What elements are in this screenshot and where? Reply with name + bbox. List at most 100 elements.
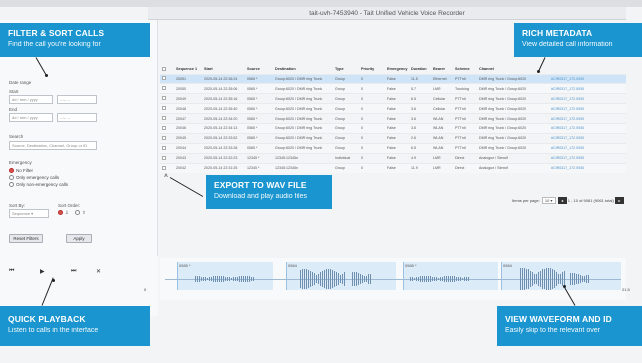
column-header[interactable]: Duration [409, 65, 431, 74]
skip-forward-icon[interactable]: ⏭ [71, 268, 76, 275]
waveform-bar [326, 269, 327, 289]
table-cell: Group [333, 103, 359, 114]
radio-no-filter[interactable]: No Filter [9, 168, 33, 173]
table-cell[interactable]: #CIR0317_172.0930 [549, 162, 626, 173]
waveform-bar [330, 269, 331, 289]
waveform-bar [522, 268, 523, 290]
play-icon[interactable]: ▶ [40, 268, 45, 275]
table-row[interactable]: 20045 2020-05-14 22:33:52 0565 * Group:6020… [160, 132, 626, 144]
row-checkbox[interactable] [160, 113, 174, 124]
waveform-clip[interactable] [501, 262, 621, 290]
column-header[interactable]: Start [202, 65, 245, 74]
waveform-clip[interactable] [177, 262, 273, 290]
table-cell[interactable]: #CIR0317_172.0930 [549, 142, 626, 154]
table-row[interactable]: 20046 2020-05-14 22:34:13 0565 * Group:6020… [160, 122, 626, 134]
column-header[interactable]: Priority [359, 65, 385, 74]
close-icon[interactable]: ✕ [96, 268, 101, 275]
waveform-bar [556, 272, 557, 286]
expand-row-icon[interactable]: ⩚ [164, 172, 168, 180]
table-row[interactable]: 20050 2020-05-14 22:35:06 0565 * Group:6020… [160, 83, 626, 94]
table-row[interactable]: 20043 2020-05-14 22:32:23 12345 * 12345:123… [160, 152, 626, 164]
end-date-input[interactable]: dd / mm / yyyy [9, 113, 53, 122]
waveform-bar [418, 277, 419, 281]
waveform-bar [458, 277, 459, 281]
table-row[interactable]: 20047 2020-05-14 22:34:20 0565 * Group:6020… [160, 113, 626, 124]
search-input[interactable]: Source, Destination, Channel, Group or I… [9, 141, 97, 150]
start-date-input[interactable]: dd / mm / yyyy [9, 95, 53, 104]
reset-filters-button[interactable]: Reset Filters [9, 234, 43, 243]
end-time-input[interactable]: --:-- -- [57, 113, 97, 122]
table-cell: Group:6020 / DMR ring Trunk [273, 142, 333, 154]
column-header[interactable]: Scheme [453, 65, 477, 74]
next-page-icon[interactable]: ▸ [614, 197, 624, 205]
waveform-bar [205, 277, 206, 281]
table-cell[interactable]: #CIR0317_172.0930 [549, 152, 626, 164]
row-checkbox[interactable] [160, 73, 174, 84]
waveform-bar [336, 272, 337, 286]
table-cell: DMR ring Trunk / Group:6020 [477, 113, 549, 124]
radio-non-emergency[interactable]: Only non-emergency calls [9, 182, 68, 187]
callout-subtitle: Download and play audio files [214, 193, 308, 200]
waveform-bar [534, 274, 535, 284]
table-row[interactable]: 20049 2020-05-14 22:35:16 0565 * Group:6020… [160, 93, 626, 104]
table-row[interactable]: 20051 2020-05-14 22:36:24 0565 * Group:6020… [160, 73, 626, 84]
waveform-bar [322, 271, 323, 287]
table-cell: 0 [359, 73, 385, 84]
column-header[interactable]: Sequence 1 [174, 65, 202, 74]
table-cell: False [385, 162, 409, 173]
sort-asc-radio[interactable]: ⇧ [75, 210, 86, 216]
table-cell: Group [333, 142, 359, 154]
row-checkbox[interactable] [160, 152, 174, 164]
table-cell[interactable]: #CIR0317_172.0930 [549, 103, 626, 114]
table-cell: Group [333, 73, 359, 84]
waveform-bar [199, 276, 200, 282]
table-cell[interactable]: #CIR0317_172.0930 [549, 122, 626, 134]
waveform-bar [448, 276, 449, 282]
waveform-bar [582, 276, 583, 282]
row-checkbox[interactable] [160, 83, 174, 94]
column-header[interactable]: Type [333, 65, 359, 74]
table-cell: 0565 * [245, 122, 273, 134]
table-cell[interactable]: #CIR0317_172.0930 [549, 83, 626, 94]
table-cell: 2.6 [409, 132, 431, 144]
sort-desc-radio[interactable]: ⇩ [58, 210, 69, 216]
table-cell[interactable]: #CIR0317_172.0930 [549, 93, 626, 104]
table-cell: 2020-05-14 22:33:28 [202, 142, 245, 154]
skip-back-icon[interactable]: ⏮ [9, 268, 14, 275]
row-checkbox[interactable] [160, 142, 174, 154]
radio-only-emergency[interactable]: Only emergency calls [9, 175, 59, 180]
column-header[interactable]: Source [245, 65, 273, 74]
table-cell: Cellular [431, 103, 453, 114]
waveform-bar [580, 275, 581, 283]
items-per-page-select[interactable]: 10 ▾ [541, 197, 556, 204]
table-cell[interactable]: #CIR0317_172.0930 [549, 73, 626, 84]
sort-by-select[interactable]: Sequence ▾ [9, 209, 49, 218]
start-time-input[interactable]: --:-- -- [57, 95, 97, 104]
table-row[interactable]: 20042 2020-05-14 22:31:25 12345 * 12345:123… [160, 162, 626, 173]
waveform-bar [548, 268, 549, 290]
table-cell: 20044 [174, 142, 202, 154]
row-checkbox[interactable] [160, 122, 174, 134]
row-checkbox[interactable] [160, 132, 174, 144]
select-all-checkbox[interactable] [160, 65, 174, 74]
column-header[interactable]: Bearer [431, 65, 453, 74]
row-checkbox[interactable] [160, 93, 174, 104]
waveform-bar [225, 277, 226, 281]
row-checkbox[interactable] [160, 103, 174, 114]
column-header[interactable]: Emergency [385, 65, 409, 74]
column-header[interactable]: Destination [273, 65, 333, 74]
callout-waveform: VIEW WAVEFORM AND ID Easily skip to the … [497, 306, 642, 346]
waveform-bar [233, 277, 234, 281]
table-cell[interactable]: #CIR0317_172.0930 [549, 132, 626, 144]
table-cell: PTTntl [453, 142, 477, 154]
table-cell: DMR ring Trunk / Group:6020 [477, 73, 549, 84]
table-row[interactable]: 20048 2020-05-14 22:35:40 0565 * Group:6020… [160, 103, 626, 114]
apply-button[interactable]: Apply [66, 234, 92, 243]
table-row[interactable]: 20044 2020-05-14 22:33:28 0565 * Group:6020… [160, 142, 626, 154]
prev-page-icon[interactable]: ◂ [557, 197, 567, 205]
waveform-bar [338, 273, 339, 285]
callout-export: EXPORT TO WAV FILE Download and play aud… [206, 175, 332, 209]
table-cell: False [385, 132, 409, 144]
table-cell: 11.5 [409, 73, 431, 84]
table-cell[interactable]: #CIR0317_172.0930 [549, 113, 626, 124]
